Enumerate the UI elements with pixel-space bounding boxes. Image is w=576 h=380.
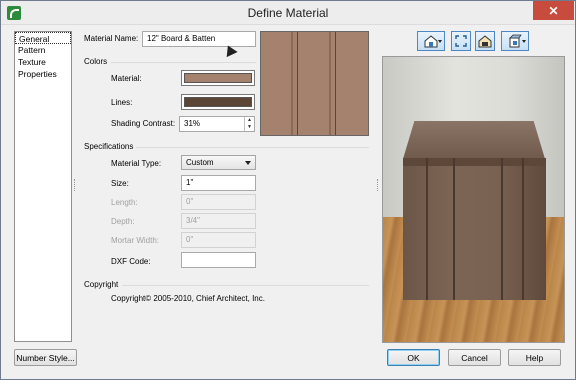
help-button[interactable]: Help [508,349,561,366]
copyright-divider [122,285,369,286]
chevron-down-icon [522,40,526,43]
close-button[interactable]: ✕ [533,1,574,20]
batten-line [522,158,524,300]
colors-section-title: Colors [84,57,108,66]
batten-line [291,32,293,135]
view-house-icon [424,35,438,48]
material-name-input[interactable]: 12" Board & Batten [142,31,256,47]
camera-house-icon [478,35,492,48]
cancel-button[interactable]: Cancel [448,349,501,366]
size-label: Size: [111,179,129,188]
material-pattern-preview [260,31,369,136]
stepper-down-icon[interactable]: ▼ [245,124,254,131]
nav-item-properties[interactable]: Properties [15,68,71,80]
material-type-select[interactable]: Custom [181,155,256,170]
colors-divider [111,62,256,63]
lines-color-swatch [184,97,252,107]
fit-window-button[interactable] [451,31,471,51]
batten-line [329,32,331,135]
material-name-label: Material Name: [84,34,139,43]
dxf-code-label: DXF Code: [111,257,151,266]
batten-line [335,32,336,135]
batten-line [453,158,455,300]
fit-window-icon [455,35,467,47]
cube-top-band [403,158,546,166]
material-color-label: Material: [111,74,142,83]
camera-house-button[interactable] [475,31,495,51]
material-color-button[interactable] [181,70,255,86]
3d-material-preview[interactable] [382,56,565,343]
chevron-down-icon [438,40,442,43]
batten-line [426,158,428,300]
title-bar: Define Material ✕ [1,1,575,25]
dxf-code-input[interactable] [181,252,256,268]
lines-color-button[interactable] [181,94,255,110]
shading-contrast-label: Shading Contrast: [111,119,176,128]
material-type-label: Material Type: [111,159,162,168]
preview-cube-front [403,158,546,300]
window-title: Define Material [247,6,329,20]
copyright-text: Copyright© 2005-2010, Chief Architect, I… [111,294,265,303]
right-splitter-handle[interactable] [377,179,380,191]
specifications-divider [136,147,369,148]
copyright-section-title: Copyright [84,280,119,289]
left-splitter-handle[interactable] [74,179,77,191]
stepper-up-icon[interactable]: ▲ [245,117,254,124]
number-style-button[interactable]: Number Style... [14,349,77,366]
render-mode-icon [509,34,522,48]
batten-line [501,158,503,300]
nav-item-general[interactable]: General [15,32,71,44]
material-color-swatch [184,73,252,83]
mortar-width-label: Mortar Width: [111,236,160,245]
chevron-down-icon [245,161,251,165]
size-input[interactable]: 1" [181,175,256,191]
nav-item-texture[interactable]: Texture [15,56,71,68]
material-type-value: Custom [186,158,214,167]
render-mode-button[interactable] [501,31,529,51]
length-input: 0" [181,194,256,210]
ok-button[interactable]: OK [387,349,440,366]
batten-line [297,32,298,135]
shading-contrast-value: 31% [184,119,201,128]
mortar-width-input: 0" [181,232,256,248]
view-house-button[interactable] [417,31,445,51]
depth-input: 3/4" [181,213,256,229]
length-label: Length: [111,198,138,207]
nav-item-pattern[interactable]: Pattern [15,44,71,56]
panel-list: General Pattern Texture Properties [14,31,72,342]
lines-color-label: Lines: [111,98,133,107]
define-material-dialog: Define Material ✕ General Pattern Textur… [0,0,576,380]
specifications-section-title: Specifications [84,142,134,151]
depth-label: Depth: [111,217,135,226]
shading-contrast-stepper[interactable]: ▲ ▼ [244,117,254,131]
preview-cube-top [403,121,545,159]
